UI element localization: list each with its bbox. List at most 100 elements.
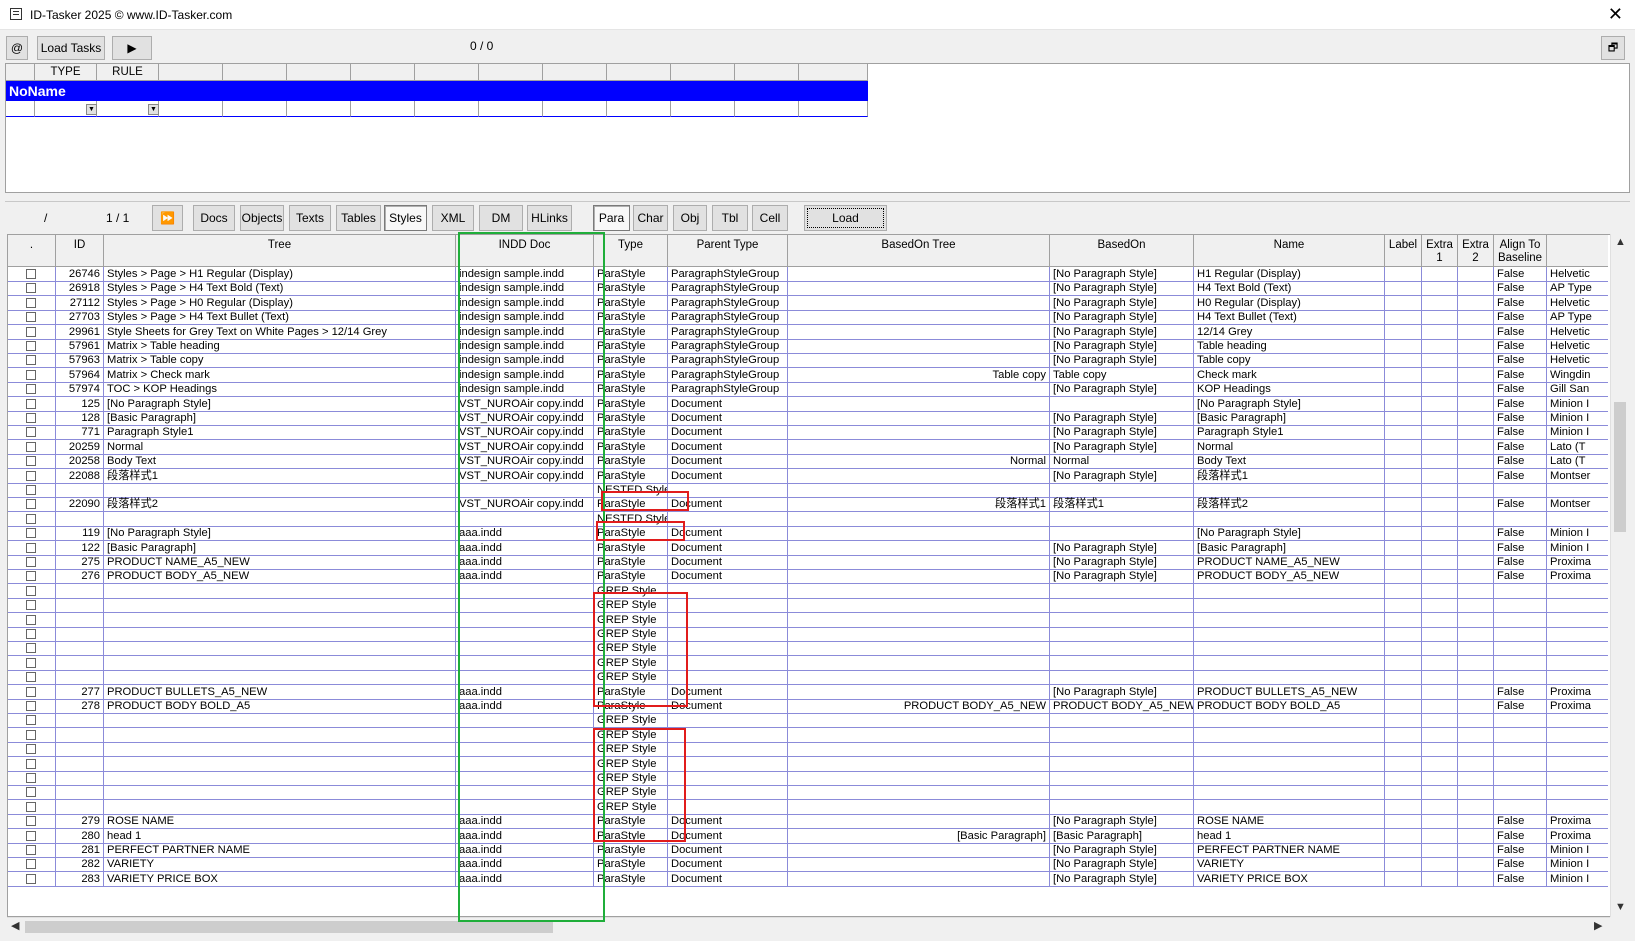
cell-extra2-col[interactable] — [1458, 641, 1494, 657]
cell-label-col[interactable] — [1385, 655, 1422, 671]
row-checkbox[interactable] — [26, 341, 36, 351]
cell-extra1-col[interactable] — [1422, 569, 1458, 585]
cell-indd-doc-col[interactable]: VST_NUROAir copy.indd — [456, 468, 594, 484]
cell-extra1-col[interactable] — [1422, 742, 1458, 758]
cell-extra2-col[interactable] — [1458, 555, 1494, 570]
row-checkbox[interactable] — [26, 513, 36, 524]
cell-basedon-tree-col[interactable]: Normal — [788, 454, 1050, 470]
cell-name-col[interactable]: VARIETY — [1194, 857, 1385, 873]
cell-font-col[interactable]: Proxima — [1547, 555, 1617, 570]
cell-tree-col[interactable]: head 1 — [104, 828, 456, 844]
cell-parent-type-col[interactable] — [668, 511, 788, 527]
cell-id-col[interactable] — [56, 641, 104, 657]
cell-name-col[interactable]: 12/14 Grey — [1194, 324, 1385, 340]
cell-extra1-col[interactable] — [1422, 756, 1458, 772]
table-row[interactable]: GREP Style — [8, 785, 1617, 801]
cell-label-col[interactable] — [1385, 569, 1422, 585]
cell-type-col[interactable]: GREP Style — [594, 627, 668, 642]
cell-id-col[interactable]: 276 — [56, 569, 104, 585]
row-checkbox[interactable] — [26, 557, 36, 567]
cell-parent-type-col[interactable] — [668, 670, 788, 686]
cell-align-baseline-col[interactable]: False — [1494, 324, 1547, 340]
cell-align-baseline-col[interactable]: False — [1494, 281, 1547, 297]
row-checkbox-cell[interactable] — [8, 339, 56, 354]
cell-type-col[interactable]: ParaStyle — [594, 497, 668, 513]
cell-indd-doc-col[interactable]: VST_NUROAir copy.indd — [456, 454, 594, 470]
cell-font-col[interactable] — [1547, 598, 1617, 614]
row-checkbox[interactable] — [26, 571, 36, 582]
cell-label-col[interactable] — [1385, 598, 1422, 614]
column-header-basedon-tree-col[interactable]: BasedOn Tree — [788, 235, 1050, 267]
cell-extra1-col[interactable] — [1422, 598, 1458, 614]
cell-parent-type-col[interactable]: ParagraphStyleGroup — [668, 367, 788, 383]
cell-parent-type-col[interactable]: Document — [668, 871, 788, 887]
cell-indd-doc-col[interactable]: aaa.indd — [456, 843, 594, 858]
rules-cell[interactable] — [799, 101, 868, 117]
cell-basedon-tree-col[interactable]: PRODUCT BODY_A5_NEW — [788, 699, 1050, 714]
cell-basedon-tree-col[interactable] — [788, 439, 1050, 455]
row-checkbox[interactable] — [26, 441, 36, 452]
cell-label-col[interactable] — [1385, 367, 1422, 383]
cell-font-col[interactable]: Proxima — [1547, 814, 1617, 830]
rules-cell[interactable] — [415, 101, 479, 117]
cell-basedon-col[interactable] — [1050, 785, 1194, 801]
cell-align-baseline-col[interactable]: False — [1494, 814, 1547, 830]
cell-extra2-col[interactable] — [1458, 439, 1494, 455]
cell-basedon-col[interactable]: [No Paragraph Style] — [1050, 324, 1194, 340]
table-row[interactable]: 282 VARIETY aaa.indd ParaStyle Document [No P… — [8, 857, 1617, 873]
cell-label-col[interactable] — [1385, 713, 1422, 729]
cell-extra2-col[interactable] — [1458, 655, 1494, 671]
cell-tree-col[interactable]: Body Text — [104, 454, 456, 470]
cell-parent-type-col[interactable] — [668, 727, 788, 743]
cell-extra1-col[interactable] — [1422, 411, 1458, 426]
cell-tree-col[interactable] — [104, 727, 456, 743]
cell-indd-doc-col[interactable] — [456, 612, 594, 628]
cell-extra1-col[interactable] — [1422, 497, 1458, 513]
cell-tree-col[interactable]: PERFECT PARTNER NAME — [104, 843, 456, 858]
cell-extra2-col[interactable] — [1458, 569, 1494, 585]
row-checkbox-cell[interactable] — [8, 612, 56, 628]
row-checkbox[interactable] — [26, 816, 36, 827]
table-row[interactable]: 27703 Styles > Page > H4 Text Bullet (Tex… — [8, 310, 1617, 326]
cell-extra2-col[interactable] — [1458, 511, 1494, 527]
cell-indd-doc-col[interactable] — [456, 627, 594, 642]
cell-type-col[interactable]: ParaStyle — [594, 324, 668, 340]
cell-name-col[interactable]: 段落样式2 — [1194, 497, 1385, 513]
cell-id-col[interactable]: 57964 — [56, 367, 104, 383]
row-checkbox[interactable] — [26, 369, 36, 380]
table-row[interactable]: NESTED Style — [8, 511, 1617, 527]
row-checkbox[interactable] — [26, 614, 36, 625]
cell-type-col[interactable]: ParaStyle — [594, 281, 668, 297]
cell-basedon-col[interactable]: [No Paragraph Style] — [1050, 295, 1194, 311]
cell-parent-type-col[interactable] — [668, 483, 788, 498]
cell-align-baseline-col[interactable] — [1494, 627, 1547, 642]
cell-basedon-tree-col[interactable] — [788, 627, 1050, 642]
cell-basedon-col[interactable]: [Basic Paragraph] — [1050, 828, 1194, 844]
cell-font-col[interactable]: Minion I — [1547, 396, 1617, 412]
table-row[interactable]: GREP Style — [8, 670, 1617, 686]
cell-basedon-tree-col[interactable] — [788, 799, 1050, 815]
cell-extra1-col[interactable] — [1422, 483, 1458, 498]
cell-type-col[interactable]: GREP Style — [594, 771, 668, 786]
cell-tree-col[interactable]: PRODUCT BODY BOLD_A5 — [104, 699, 456, 714]
cell-type-col[interactable]: GREP Style — [594, 612, 668, 628]
row-checkbox-cell[interactable] — [8, 483, 56, 498]
row-checkbox[interactable] — [26, 758, 36, 769]
cell-basedon-tree-col[interactable] — [788, 655, 1050, 671]
cell-name-col[interactable]: H4 Text Bullet (Text) — [1194, 310, 1385, 326]
cell-id-col[interactable]: 57963 — [56, 353, 104, 369]
cell-basedon-col[interactable] — [1050, 771, 1194, 786]
cell-parent-type-col[interactable]: Document — [668, 411, 788, 426]
row-checkbox-cell[interactable] — [8, 353, 56, 369]
cell-align-baseline-col[interactable]: False — [1494, 828, 1547, 844]
cell-indd-doc-col[interactable]: aaa.indd — [456, 569, 594, 585]
cell-extra2-col[interactable] — [1458, 324, 1494, 340]
cell-id-col[interactable] — [56, 583, 104, 599]
cell-parent-type-col[interactable] — [668, 785, 788, 801]
cell-tree-col[interactable]: PRODUCT BULLETS_A5_NEW — [104, 684, 456, 700]
scroll-up-icon[interactable]: ▲ — [1615, 236, 1626, 248]
cell-name-col[interactable] — [1194, 771, 1385, 786]
cell-indd-doc-col[interactable] — [456, 785, 594, 801]
cell-parent-type-col[interactable]: Document — [668, 497, 788, 513]
cell-name-col[interactable]: [No Paragraph Style] — [1194, 396, 1385, 412]
